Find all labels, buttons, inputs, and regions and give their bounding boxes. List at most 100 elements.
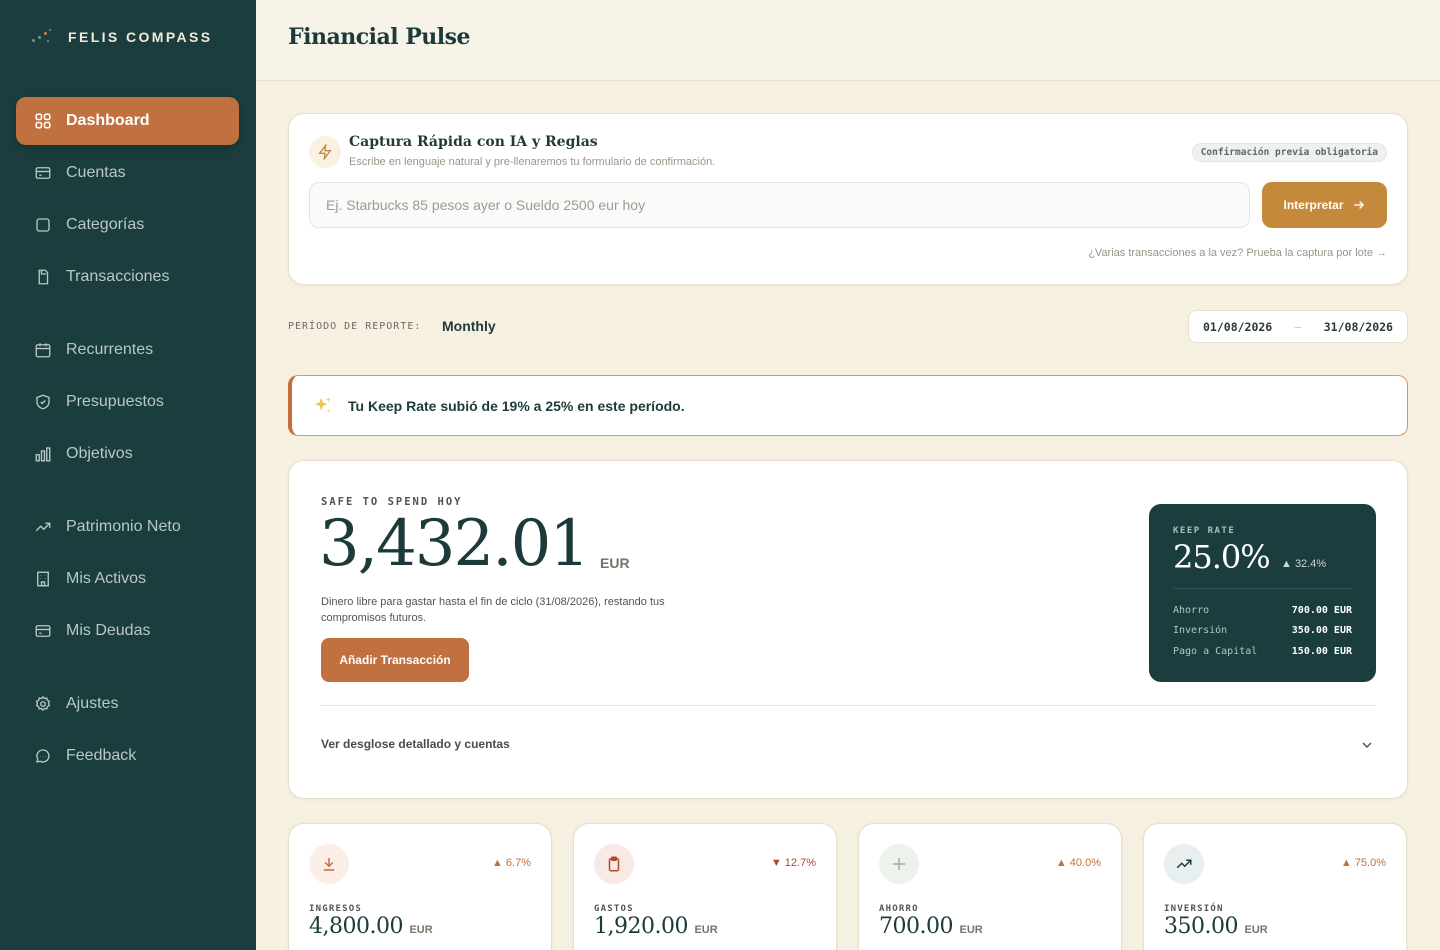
sidebar-item-label: Objetivos bbox=[66, 445, 133, 462]
trend-up-icon bbox=[1164, 844, 1204, 884]
sidebar-item-label: Dashboard bbox=[66, 112, 150, 129]
sidebar-item-label: Transacciones bbox=[66, 268, 170, 285]
sidebar-item-mis-deudas[interactable]: Mis Deudas bbox=[16, 607, 239, 655]
keep-rate-row-label: Inversión bbox=[1173, 625, 1228, 636]
batch-capture-link[interactable]: ¿Varias transacciones a la vez? Prueba l… bbox=[1088, 247, 1387, 259]
quick-capture-title: Captura Rápida con IA y Reglas bbox=[349, 134, 598, 150]
safe-to-spend-description: Dinero libre para gastar hasta el fin de… bbox=[321, 596, 665, 624]
clipboard-icon bbox=[594, 844, 634, 884]
sidebar-item-cuentas[interactable]: Cuentas bbox=[16, 149, 239, 197]
safe-to-spend-amount: 3,432.01 bbox=[319, 507, 590, 581]
chevron-down-icon[interactable] bbox=[1359, 737, 1375, 753]
keep-rate-row: Pago a Capital 150.00 EUR bbox=[1173, 646, 1352, 657]
stat-value: 700.00 EUR bbox=[879, 914, 983, 939]
stat-card-inversion[interactable]: ▲ 75.0% INVERSIÓN 350.00 EUR bbox=[1143, 823, 1407, 950]
keep-rate-row-label: Pago a Capital bbox=[1173, 646, 1258, 657]
keep-rate-row: Inversión 350.00 EUR bbox=[1173, 625, 1352, 636]
keep-rate-row-value: 350.00 EUR bbox=[1291, 625, 1352, 636]
section-divider bbox=[321, 705, 1376, 706]
constellation-logo-icon bbox=[32, 28, 54, 46]
keep-rate-row-value: 150.00 EUR bbox=[1291, 646, 1352, 657]
stat-label: GASTOS bbox=[594, 904, 634, 914]
stat-value: 1,920.00 EUR bbox=[594, 914, 718, 939]
stat-value: 4,800.00 EUR bbox=[309, 914, 433, 939]
brand-name: FELIS COMPASS bbox=[68, 29, 213, 45]
top-header: Financial Pulse bbox=[256, 0, 1440, 81]
brand[interactable]: FELIS COMPASS bbox=[32, 28, 213, 46]
stat-currency: EUR bbox=[959, 924, 983, 936]
stat-label: INGRESOS bbox=[309, 904, 362, 914]
safe-to-spend-card: SAFE TO SPEND HOY 3,432.01 EUR Dinero li… bbox=[288, 460, 1408, 799]
quick-capture-input[interactable] bbox=[309, 182, 1250, 228]
safe-to-spend-currency: EUR bbox=[600, 555, 630, 571]
square-icon bbox=[36, 218, 50, 232]
arrow-right-icon bbox=[1353, 201, 1364, 209]
stat-delta: ▼ 12.7% bbox=[770, 857, 816, 869]
calendar-icon bbox=[35, 343, 51, 358]
insight-text: Tu Keep Rate subió de 19% a 25% en este … bbox=[348, 397, 685, 414]
sidebar-item-label: Patrimonio Neto bbox=[66, 518, 181, 535]
interpret-button[interactable]: Interpretar bbox=[1262, 182, 1387, 228]
sidebar-item-label: Ajustes bbox=[66, 695, 119, 712]
sidebar-item-recurrentes[interactable]: Recurrentes bbox=[16, 326, 239, 374]
date-end[interactable]: 31/08/2026 bbox=[1324, 320, 1393, 334]
keep-rate-delta: ▲ 32.4% bbox=[1281, 558, 1327, 570]
sidebar-item-label: Recurrentes bbox=[66, 341, 154, 358]
stat-card-ingresos[interactable]: ▲ 6.7% INGRESOS 4,800.00 EUR bbox=[288, 823, 552, 950]
sidebar-item-categorias[interactable]: Categorías bbox=[16, 201, 239, 249]
plus-icon bbox=[879, 844, 919, 884]
insight-banner: Tu Keep Rate subió de 19% a 25% en este … bbox=[288, 375, 1408, 436]
add-transaction-button[interactable]: Añadir Transacción bbox=[321, 638, 469, 682]
sidebar-item-label: Cuentas bbox=[66, 164, 126, 181]
sparkles-icon bbox=[314, 396, 332, 412]
sidebar-item-patrimonio-neto[interactable]: Patrimonio Neto bbox=[16, 503, 239, 551]
date-start[interactable]: 01/08/2026 bbox=[1203, 320, 1272, 334]
stat-currency: EUR bbox=[694, 924, 718, 936]
sidebar-item-objetivos[interactable]: Objetivos bbox=[16, 430, 239, 478]
sidebar-item-mis-activos[interactable]: Mis Activos bbox=[16, 555, 239, 603]
sidebar-item-ajustes[interactable]: Ajustes bbox=[16, 680, 239, 728]
sidebar: FELIS COMPASS Dashboard Cuentas Categorí… bbox=[0, 0, 256, 950]
quick-capture-card: Captura Rápida con IA y Reglas Escribe e… bbox=[288, 113, 1408, 285]
stat-card-ahorro[interactable]: ▲ 40.0% AHORRO 700.00 EUR bbox=[858, 823, 1122, 950]
sidebar-item-presupuestos[interactable]: Presupuestos bbox=[16, 378, 239, 426]
chat-icon bbox=[36, 749, 50, 763]
bar-chart-icon bbox=[35, 447, 51, 462]
sidebar-item-label: Feedback bbox=[66, 747, 137, 764]
stat-amount: 4,800.00 bbox=[309, 914, 403, 939]
keep-rate-panel: KEEP RATE 25.0% ▲ 32.4% Ahorro 700.00 EU… bbox=[1149, 504, 1376, 682]
stat-currency: EUR bbox=[1244, 924, 1268, 936]
sidebar-item-feedback[interactable]: Feedback bbox=[16, 732, 239, 780]
stat-amount: 1,920.00 bbox=[594, 914, 688, 939]
sidebar-item-dashboard[interactable]: Dashboard bbox=[16, 97, 239, 145]
stat-amount: 700.00 bbox=[879, 914, 953, 939]
date-separator: — bbox=[1294, 319, 1302, 334]
keep-rate-divider bbox=[1173, 588, 1352, 589]
interpret-button-label: Interpretar bbox=[1283, 198, 1344, 212]
keep-rate-row: Ahorro 700.00 EUR bbox=[1173, 605, 1352, 616]
stat-amount: 350.00 bbox=[1164, 914, 1238, 939]
stat-label: AHORRO bbox=[879, 904, 919, 914]
card-icon bbox=[35, 167, 51, 179]
page-title: Financial Pulse bbox=[288, 24, 471, 50]
breakdown-toggle[interactable]: Ver desglose detallado y cuentas bbox=[321, 737, 510, 751]
period-selector[interactable]: Monthly bbox=[442, 318, 496, 334]
stat-delta: ▲ 75.0% bbox=[1340, 857, 1386, 869]
period-label: PERÍODO DE REPORTE: bbox=[288, 321, 422, 332]
sidebar-item-label: Presupuestos bbox=[66, 393, 164, 410]
stat-label: INVERSIÓN bbox=[1164, 904, 1224, 914]
dashboard-icon bbox=[35, 113, 51, 129]
sidebar-item-transacciones[interactable]: Transacciones bbox=[16, 253, 239, 301]
keep-rate-value: 25.0% bbox=[1173, 538, 1271, 576]
building-icon bbox=[37, 571, 49, 587]
stat-card-gastos[interactable]: ▼ 12.7% GASTOS 1,920.00 EUR bbox=[573, 823, 837, 950]
stat-currency: EUR bbox=[409, 924, 433, 936]
quick-capture-subtitle: Escribe en lenguaje natural y pre-llenar… bbox=[349, 156, 716, 168]
date-range-picker[interactable]: 01/08/2026 — 31/08/2026 bbox=[1188, 310, 1408, 343]
keep-rate-label: KEEP RATE bbox=[1173, 526, 1236, 536]
sidebar-item-label: Categorías bbox=[66, 216, 145, 233]
lightning-icon bbox=[309, 136, 341, 168]
card-icon bbox=[35, 625, 51, 637]
gear-icon bbox=[35, 695, 51, 712]
stat-value: 350.00 EUR bbox=[1164, 914, 1268, 939]
